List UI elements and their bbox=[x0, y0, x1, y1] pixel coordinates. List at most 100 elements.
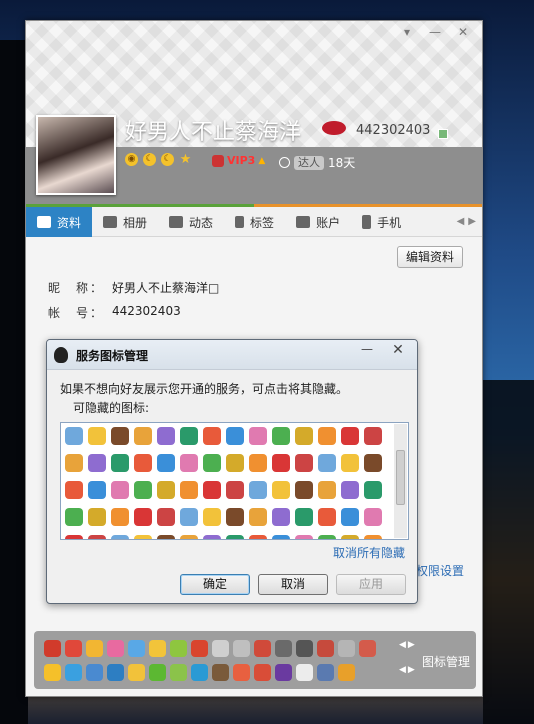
hideable-service-icon[interactable] bbox=[180, 535, 198, 539]
hideable-service-icon[interactable] bbox=[111, 508, 129, 526]
service-icon[interactable] bbox=[212, 664, 229, 681]
hideable-service-icon[interactable] bbox=[272, 535, 290, 539]
level-badges[interactable]: ◉ ☾ ☾ ★ bbox=[125, 153, 192, 166]
chevron-left-icon[interactable]: ◀ bbox=[457, 216, 465, 227]
service-icon[interactable] bbox=[296, 640, 313, 657]
hideable-service-icon[interactable] bbox=[295, 535, 313, 539]
service-icon[interactable] bbox=[254, 664, 271, 681]
hideable-service-icon[interactable] bbox=[134, 508, 152, 526]
hideable-service-icon[interactable] bbox=[249, 427, 267, 445]
service-icon[interactable] bbox=[44, 664, 61, 681]
hideable-service-icon[interactable] bbox=[226, 508, 244, 526]
tab-album[interactable]: 相册 bbox=[92, 207, 158, 237]
scrollbar-thumb[interactable] bbox=[396, 450, 405, 505]
hideable-service-icon[interactable] bbox=[364, 481, 382, 499]
cancel-button[interactable]: 取消 bbox=[258, 574, 328, 595]
close-icon[interactable]: ✕ bbox=[450, 23, 476, 41]
chevron-left-icon[interactable]: ◀ bbox=[399, 640, 406, 650]
hideable-service-icon[interactable] bbox=[88, 535, 106, 539]
chevron-left-icon[interactable]: ◀ bbox=[399, 665, 406, 675]
hideable-service-icon[interactable] bbox=[157, 427, 175, 445]
service-icon[interactable] bbox=[296, 664, 313, 681]
chevron-right-icon[interactable]: ▶ bbox=[408, 640, 415, 650]
service-icon[interactable] bbox=[65, 664, 82, 681]
hideable-service-icon[interactable] bbox=[364, 427, 382, 445]
service-icon[interactable] bbox=[233, 640, 250, 657]
hideable-service-icon[interactable] bbox=[318, 427, 336, 445]
hideable-service-icon[interactable] bbox=[203, 508, 221, 526]
service-icon[interactable] bbox=[44, 640, 61, 657]
service-icon[interactable] bbox=[170, 640, 187, 657]
service-icon[interactable] bbox=[107, 640, 124, 657]
service-icon[interactable] bbox=[212, 640, 229, 657]
hideable-service-icon[interactable] bbox=[341, 481, 359, 499]
hideable-service-icon[interactable] bbox=[295, 508, 313, 526]
hideable-service-icon[interactable] bbox=[249, 508, 267, 526]
hideable-service-icon[interactable] bbox=[364, 508, 382, 526]
service-icon[interactable] bbox=[128, 664, 145, 681]
hideable-service-icon[interactable] bbox=[364, 535, 382, 539]
service-icon[interactable] bbox=[254, 640, 271, 657]
chevron-right-icon[interactable]: ▶ bbox=[468, 216, 476, 227]
hideable-service-icon[interactable] bbox=[341, 427, 359, 445]
hideable-service-icon[interactable] bbox=[65, 481, 83, 499]
hideable-service-icon[interactable] bbox=[295, 427, 313, 445]
unhide-all-link[interactable]: 取消所有隐藏 bbox=[333, 544, 405, 561]
scrollbar[interactable] bbox=[394, 424, 407, 538]
service-icon[interactable] bbox=[128, 640, 145, 657]
hideable-service-icon[interactable] bbox=[111, 535, 129, 539]
service-icon[interactable] bbox=[170, 664, 187, 681]
hideable-service-icon[interactable] bbox=[249, 454, 267, 472]
hideable-service-icon[interactable] bbox=[341, 535, 359, 539]
service-icon[interactable] bbox=[233, 664, 250, 681]
hideable-service-icon[interactable] bbox=[318, 481, 336, 499]
hideable-service-icon[interactable] bbox=[203, 454, 221, 472]
privacy-settings-link[interactable]: 权限设置 bbox=[416, 562, 464, 579]
hideable-service-icon[interactable] bbox=[180, 427, 198, 445]
service-icon[interactable] bbox=[107, 664, 124, 681]
hideable-service-icon[interactable] bbox=[249, 535, 267, 539]
hideable-service-icon[interactable] bbox=[203, 427, 221, 445]
service-icon[interactable] bbox=[317, 664, 334, 681]
hideable-service-icon[interactable] bbox=[341, 454, 359, 472]
hideable-icons-list[interactable] bbox=[60, 422, 409, 540]
hideable-service-icon[interactable] bbox=[295, 481, 313, 499]
hideable-service-icon[interactable] bbox=[157, 535, 175, 539]
hideable-service-icon[interactable] bbox=[180, 454, 198, 472]
tab-phone[interactable]: 手机 bbox=[351, 207, 412, 237]
hideable-service-icon[interactable] bbox=[134, 481, 152, 499]
avatar[interactable] bbox=[36, 115, 116, 195]
service-icon[interactable] bbox=[359, 640, 376, 657]
hideable-service-icon[interactable] bbox=[111, 427, 129, 445]
service-icon[interactable] bbox=[338, 640, 355, 657]
hideable-service-icon[interactable] bbox=[249, 481, 267, 499]
tab-profile[interactable]: 资料 bbox=[26, 207, 93, 237]
hideable-service-icon[interactable] bbox=[226, 454, 244, 472]
hideable-service-icon[interactable] bbox=[203, 535, 221, 539]
hideable-service-icon[interactable] bbox=[88, 481, 106, 499]
tab-tags[interactable]: 标签 bbox=[224, 207, 285, 237]
talent-badge[interactable]: 达人 18天 bbox=[279, 154, 355, 171]
hideable-service-icon[interactable] bbox=[157, 481, 175, 499]
service-icon[interactable] bbox=[86, 640, 103, 657]
hideable-service-icon[interactable] bbox=[203, 481, 221, 499]
hideable-service-icon[interactable] bbox=[88, 454, 106, 472]
hideable-service-icon[interactable] bbox=[88, 508, 106, 526]
hideable-service-icon[interactable] bbox=[318, 535, 336, 539]
apply-button[interactable]: 应用 bbox=[336, 574, 406, 595]
ok-button[interactable]: 确定 bbox=[180, 574, 250, 595]
service-icon[interactable] bbox=[338, 664, 355, 681]
service-icon[interactable] bbox=[65, 640, 82, 657]
hideable-service-icon[interactable] bbox=[157, 508, 175, 526]
qr-code-icon[interactable] bbox=[438, 129, 448, 139]
skin-icon[interactable]: ▾ bbox=[394, 23, 420, 41]
hideable-service-icon[interactable] bbox=[88, 427, 106, 445]
hideable-service-icon[interactable] bbox=[134, 427, 152, 445]
hideable-service-icon[interactable] bbox=[226, 481, 244, 499]
hideable-service-icon[interactable] bbox=[65, 427, 83, 445]
service-icon[interactable] bbox=[317, 640, 334, 657]
hideable-service-icon[interactable] bbox=[226, 427, 244, 445]
minimize-icon[interactable]: — bbox=[422, 23, 448, 41]
hideable-service-icon[interactable] bbox=[65, 535, 83, 539]
hideable-service-icon[interactable] bbox=[318, 508, 336, 526]
